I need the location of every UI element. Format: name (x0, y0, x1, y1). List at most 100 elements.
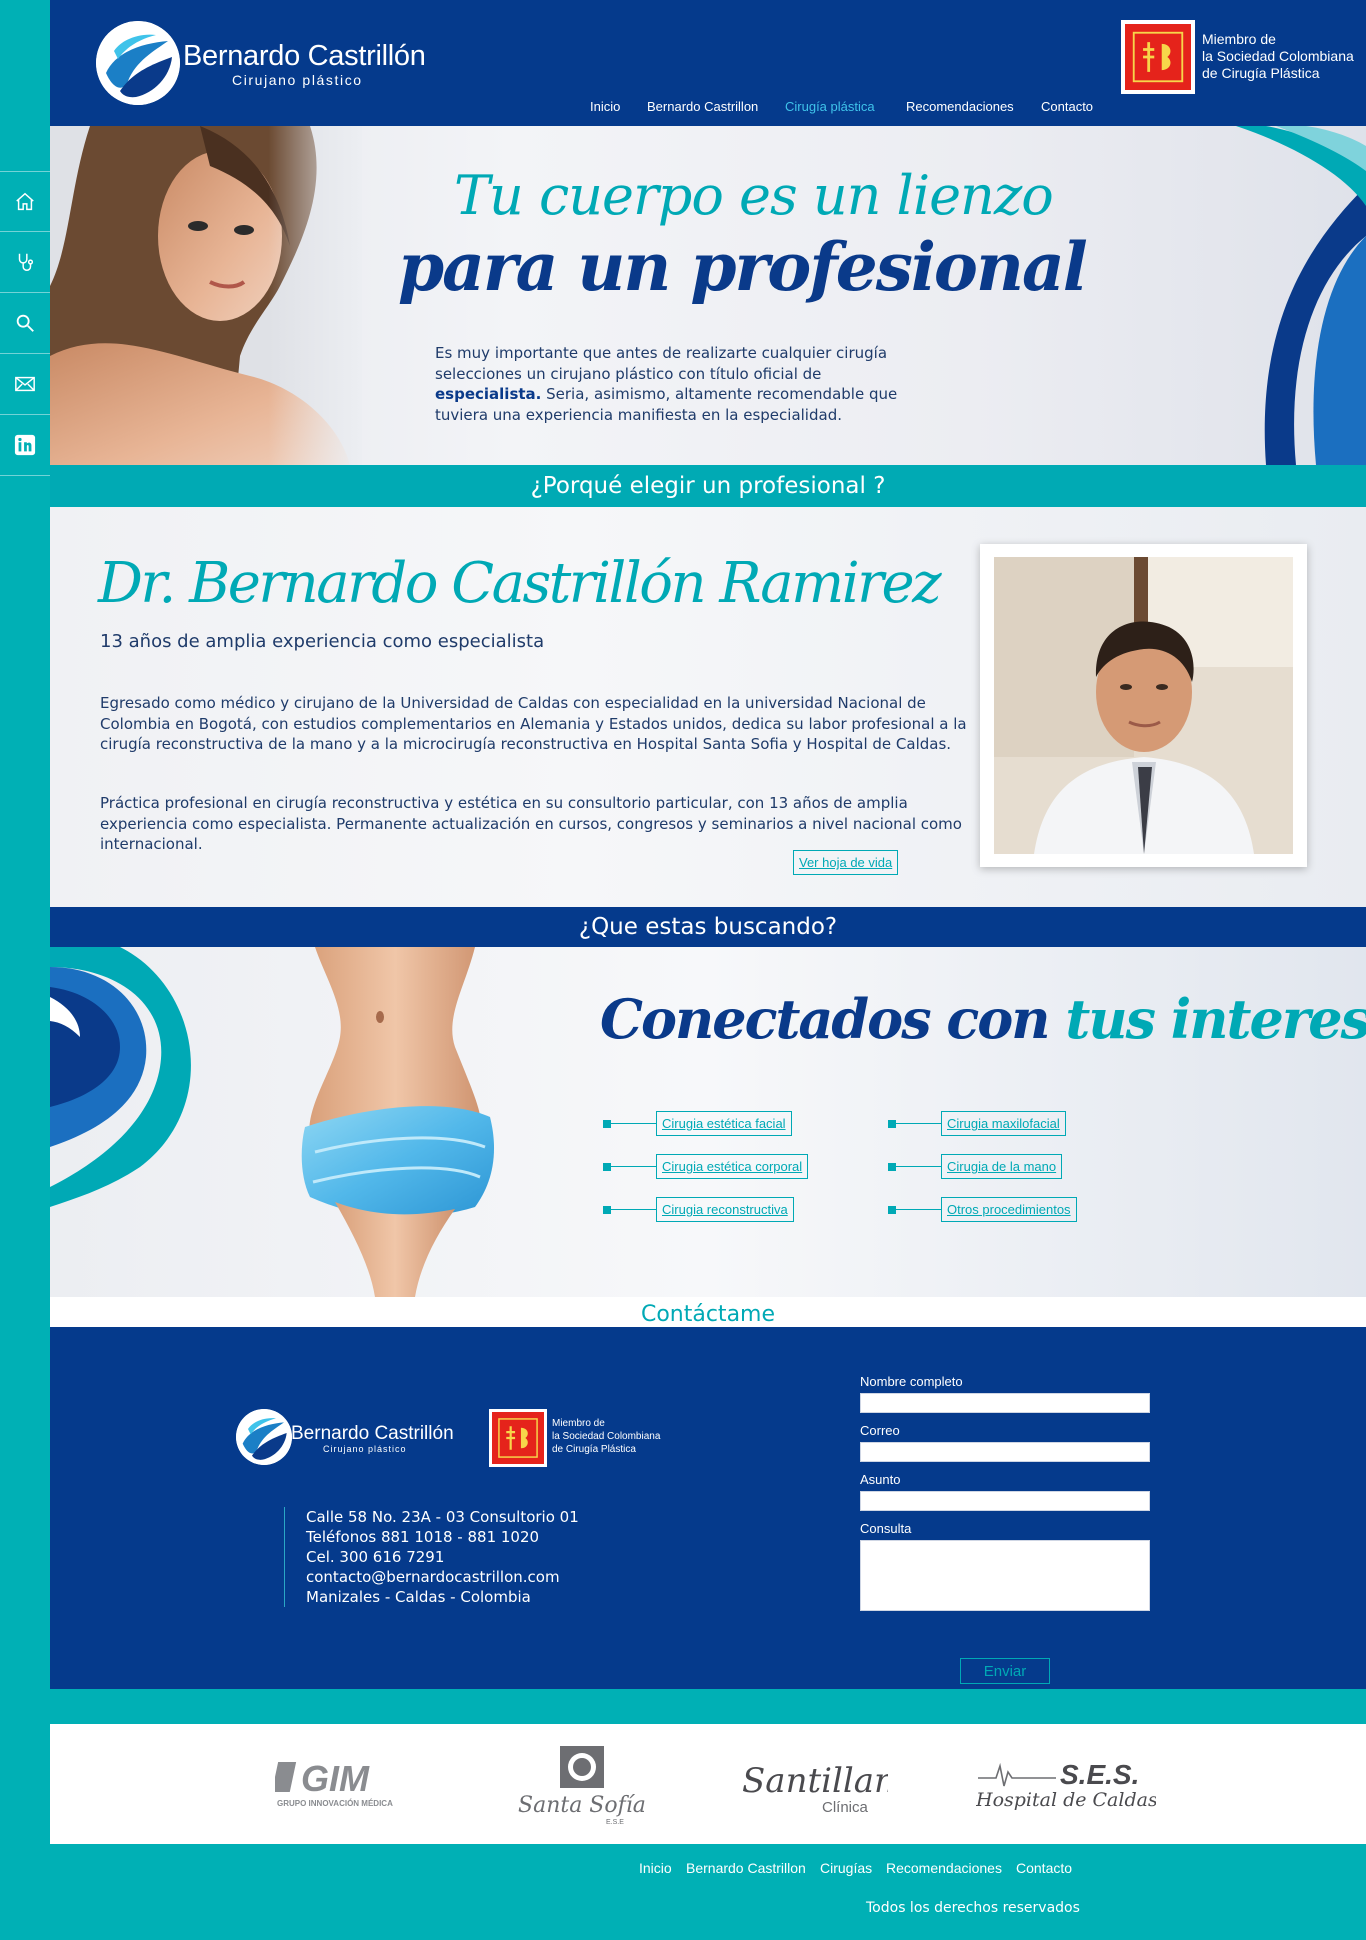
brand-name[interactable]: Bernardo Castrillón (183, 40, 426, 73)
society-emblem-icon (1132, 31, 1184, 83)
email-field[interactable] (860, 1442, 1150, 1462)
services-title: Conectados con tus intereses (600, 987, 1366, 1051)
society-text: Miembro de la Sociedad Colombiana de Cir… (1202, 31, 1362, 82)
gim-logo-icon: GIM GRUPO INNOVACIÓN MÉDICA (271, 1758, 393, 1808)
ses-hospital-logo-icon: S.E.S. Hospital de Caldas (975, 1759, 1158, 1811)
santa-sofia-logo-subtext: E.S.E (606, 1819, 624, 1826)
nav-item-bernardo-castrillon[interactable]: Bernardo Castrillon (647, 99, 758, 114)
bullet-icon (603, 1120, 611, 1128)
santa-sofia-logo-icon: Santa Sofía E.S.E (518, 1746, 646, 1826)
footer-logo-swirl-icon (236, 1409, 292, 1465)
rail-search[interactable] (0, 293, 50, 354)
nav-item-recomendaciones[interactable]: Recomendaciones (906, 99, 1014, 114)
doctor-portrait-image (994, 557, 1293, 854)
copyright-text: Todos los derechos reservados (866, 1900, 1080, 1916)
hero-swoosh-graphic (1236, 126, 1366, 465)
bullet-icon (888, 1206, 896, 1214)
connector-line (896, 1209, 941, 1210)
hero-banner: Tu cuerpo es un lienzo para un profesion… (50, 126, 1366, 465)
contact-email[interactable]: contacto@bernardocastrillon.com (306, 1567, 579, 1587)
main-nav: Inicio Bernardo Castrillon Cirugía plást… (50, 99, 1366, 117)
ses-logo-text: S.E.S. (1060, 1759, 1139, 1790)
contact-heading: Contáctame (50, 1297, 1366, 1327)
nav-item-contacto[interactable]: Contacto (1041, 99, 1093, 114)
rail-procedures[interactable] (0, 232, 50, 293)
rail-linkedin[interactable] (0, 415, 50, 476)
side-rail-items (0, 171, 50, 476)
message-field[interactable] (860, 1540, 1150, 1611)
bullet-icon (603, 1206, 611, 1214)
contact-cell: Cel. 300 616 7291 (306, 1548, 445, 1566)
home-icon (16, 192, 34, 210)
hero-text-before: Es muy importante que antes de realizart… (435, 344, 888, 383)
santa-sofia-logo-text: Santa Sofía (518, 1793, 646, 1818)
partner-logo-santillana[interactable]: Santillana Clínica (738, 1750, 916, 1822)
contact-address: Calle 58 No. 23A - 03 Consultorio 01 (306, 1508, 579, 1526)
footer-nav-contacto[interactable]: Contacto (1016, 1860, 1072, 1876)
rail-home[interactable] (0, 171, 50, 232)
partner-logo-santa-sofia[interactable]: Santa Sofía E.S.E (508, 1744, 648, 1830)
logo-swirl-icon[interactable] (96, 21, 180, 105)
send-button[interactable]: Enviar (960, 1658, 1050, 1684)
doctor-section: Dr. Bernardo Castrillón Ramirez 13 años … (50, 507, 1366, 907)
service-maxillofacial-button[interactable]: Cirugia maxilofacial (941, 1111, 1066, 1136)
stethoscope-icon (18, 253, 34, 271)
society-line-3: de Cirugía Plástica (1202, 65, 1320, 81)
footer-society-text: Miembro de la Sociedad Colombiana de Cir… (552, 1417, 660, 1456)
footer-brand-name: Bernardo Castrillón (291, 1423, 454, 1444)
hero-title-line-1: Tu cuerpo es un lienzo (454, 164, 1054, 227)
connector-line (611, 1123, 656, 1124)
footer-nav: Inicio Bernardo Castrillon Cirugías Reco… (50, 1860, 1366, 1878)
services-title-part-2: tus intereses (1065, 987, 1366, 1051)
service-hand-button[interactable]: Cirugia de la mano (941, 1154, 1063, 1179)
gim-logo-text: GIM (301, 1758, 370, 1799)
services-title-part-1: Conectados con (600, 987, 1051, 1051)
rail-mail[interactable] (0, 354, 50, 415)
subject-field[interactable] (860, 1491, 1150, 1511)
gim-logo-subtext: GRUPO INNOVACIÓN MÉDICA (277, 1799, 393, 1808)
footer-society-line-1: Miembro de (552, 1418, 605, 1429)
view-cv-button[interactable]: Ver hoja de vida (793, 850, 899, 875)
brand-tagline: Cirujano plástico (232, 72, 363, 88)
hero-text: Es muy importante que antes de realizart… (435, 343, 915, 425)
partner-logo-ses-hospital[interactable]: S.E.S. Hospital de Caldas (975, 1754, 1158, 1818)
service-facial-button[interactable]: Cirugia estética facial (656, 1111, 792, 1136)
footer-society-line-3: de Cirugía Plástica (552, 1444, 636, 1455)
connector-line (611, 1209, 656, 1210)
footer-society-line-2: la Sociedad Colombiana (552, 1431, 661, 1442)
service-corporal-button[interactable]: Cirugia estética corporal (656, 1154, 809, 1179)
linkedin-icon (14, 434, 36, 456)
connector-line (896, 1123, 941, 1124)
footer-nav-bernardo-castrillon[interactable]: Bernardo Castrillon (686, 1860, 806, 1876)
partner-logo-gim[interactable]: GIM GRUPO INNOVACIÓN MÉDICA (271, 1758, 407, 1814)
bullet-icon (888, 1120, 896, 1128)
service-other-button[interactable]: Otros procedimientos (941, 1197, 1077, 1222)
spacer-band (50, 1689, 1366, 1724)
hero-woman-image (50, 126, 362, 465)
footer-brand-tagline: Cirujano plástico (323, 1444, 407, 1454)
name-field[interactable] (860, 1393, 1150, 1413)
santillana-logo-subtext: Clínica (822, 1799, 869, 1816)
main-content: Bernardo Castrillón Cirujano plástico Mi… (50, 0, 1366, 1939)
site-header: Bernardo Castrillón Cirujano plástico Mi… (50, 0, 1366, 126)
contact-details: Calle 58 No. 23A - 03 Consultorio 01 Tel… (284, 1507, 579, 1607)
hero-title-line-2: para un profesional (398, 228, 1088, 306)
site-footer: Inicio Bernardo Castrillon Cirugías Reco… (50, 1844, 1366, 1939)
santillana-logo-icon: Santillana Clínica (742, 1761, 916, 1816)
doctor-paragraph-1: Egresado como médico y cirujano de la Un… (100, 694, 967, 753)
footer-nav-inicio[interactable]: Inicio (639, 1860, 672, 1876)
doctor-subtitle: 13 años de amplia experiencia como espec… (100, 631, 545, 652)
footer-nav-recomendaciones[interactable]: Recomendaciones (886, 1860, 1002, 1876)
subject-field-label: Asunto (860, 1472, 901, 1487)
contact-form: Nombre completo Correo Asunto Consulta E… (860, 1374, 1150, 1684)
services-section: Conectados con tus intereses Cirugia est… (50, 947, 1366, 1297)
bullet-icon (888, 1163, 896, 1171)
doctor-name: Dr. Bernardo Castrillón Ramirez (98, 551, 942, 616)
nav-item-cirugia-plastica[interactable]: Cirugía plástica (785, 99, 875, 114)
footer-nav-cirugias[interactable]: Cirugías (820, 1860, 872, 1876)
service-reconstructive-button[interactable]: Cirugia reconstructiva (656, 1197, 794, 1222)
nav-item-inicio[interactable]: Inicio (590, 99, 620, 114)
services-heading: ¿Que estas buscando? (50, 907, 1366, 947)
connector-line (896, 1166, 941, 1167)
contact-phones: Teléfonos 881 1018 - 881 1020 (306, 1528, 540, 1546)
